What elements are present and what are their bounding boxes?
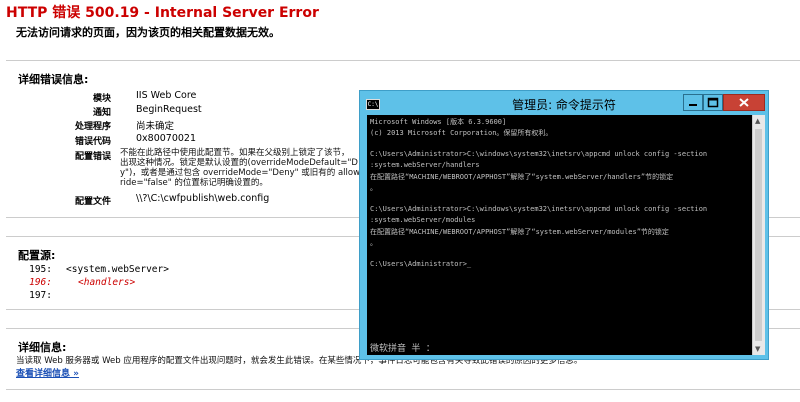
detail-field-value: 尚未确定 [136,121,175,132]
detail-field-key: 错误代码 [74,137,111,147]
console-line: C:\Users\Administrator>C:\windows\system… [370,150,708,158]
cmd-console[interactable]: Microsoft Windows [版本 6.3.9600] (c) 2013 … [367,115,752,355]
console-line: 。 [370,239,377,247]
minimize-icon [689,104,697,106]
console-line: 在配置路径“MACHINE/WEBROOT/APPHOST”解除了“system… [370,173,674,181]
source-line-text: <handlers> [78,277,136,288]
detail-field-value: 0x80070021 [136,133,197,144]
scroll-up-icon[interactable]: ▲ [755,117,760,125]
console-line: :system.webServer/modules [370,216,476,224]
close-icon [739,98,749,107]
config-error-line: y")，或者是通过包含 overrideMode="Deny" 或旧有的 all… [120,168,361,178]
detail-field-key: 通知 [92,108,111,118]
console-line: 在配置路径“MACHINE/WEBROOT/APPHOST”解除了“system… [370,228,669,236]
close-button[interactable] [723,94,765,111]
maximize-icon [707,97,719,108]
minimize-button[interactable] [683,94,703,111]
console-line: (c) 2013 Microsoft Corporation。保留所有权利。 [370,129,553,137]
detail-field-value: IIS Web Core [136,90,197,101]
detail-heading: 详细错误信息: [18,73,89,86]
scroll-down-icon[interactable]: ▼ [755,345,760,353]
config-error-line: ride="false" 的位置标记明确设置的。 [120,178,268,188]
view-more-link[interactable]: 查看详细信息 » [16,366,79,379]
console-line: C:\Users\Administrator>_ [370,260,472,268]
page-title: HTTP 错误 500.19 - Internal Server Error [6,5,319,21]
detail-field-key: 配置文件 [74,197,111,207]
detail-field-value: \\?\C:\cwfpublish\web.config [136,193,270,204]
detail-field-key: 配置错误 [74,152,111,162]
console-line: C:\Users\Administrator>C:\windows\system… [370,205,708,213]
cmd-window[interactable]: C:\ 管理员: 命令提示符 Microsoft Windows [版本 6.3… [359,90,769,360]
source-line-number: 197: [29,290,52,301]
ime-status: 微软拼音 半 ： [370,344,435,354]
console-line: :system.webServer/handlers [370,161,480,169]
source-line-number: 195: [29,264,52,275]
scrollbar-thumb[interactable] [755,129,762,341]
source-heading: 配置源: [18,249,56,262]
detail-field-key: 模块 [92,94,111,104]
detail-field-value: BeginRequest [136,104,202,115]
source-line-text: <system.webServer> [66,264,169,275]
source-line-number: 196: [29,277,52,288]
console-line: 。 [370,184,377,192]
cmd-scrollbar[interactable]: ▲ ▼ [752,115,765,355]
cmd-titlebar[interactable]: C:\ 管理员: 命令提示符 [360,91,768,115]
config-error-line: 不能在此路径中使用此配置节。如果在父级别上锁定了该节， [120,148,350,158]
page-subtitle: 无法访问请求的页面，因为该页的相关配置数据无效。 [16,26,280,39]
detail-field-key: 处理程序 [74,122,111,132]
more-info-heading: 详细信息: [18,341,67,354]
console-line: Microsoft Windows [版本 6.3.9600] [370,118,507,126]
config-error-line: 出现这种情况。锁定是默认设置的(overrideModeDefault="D [120,158,358,168]
maximize-button[interactable] [703,94,723,111]
